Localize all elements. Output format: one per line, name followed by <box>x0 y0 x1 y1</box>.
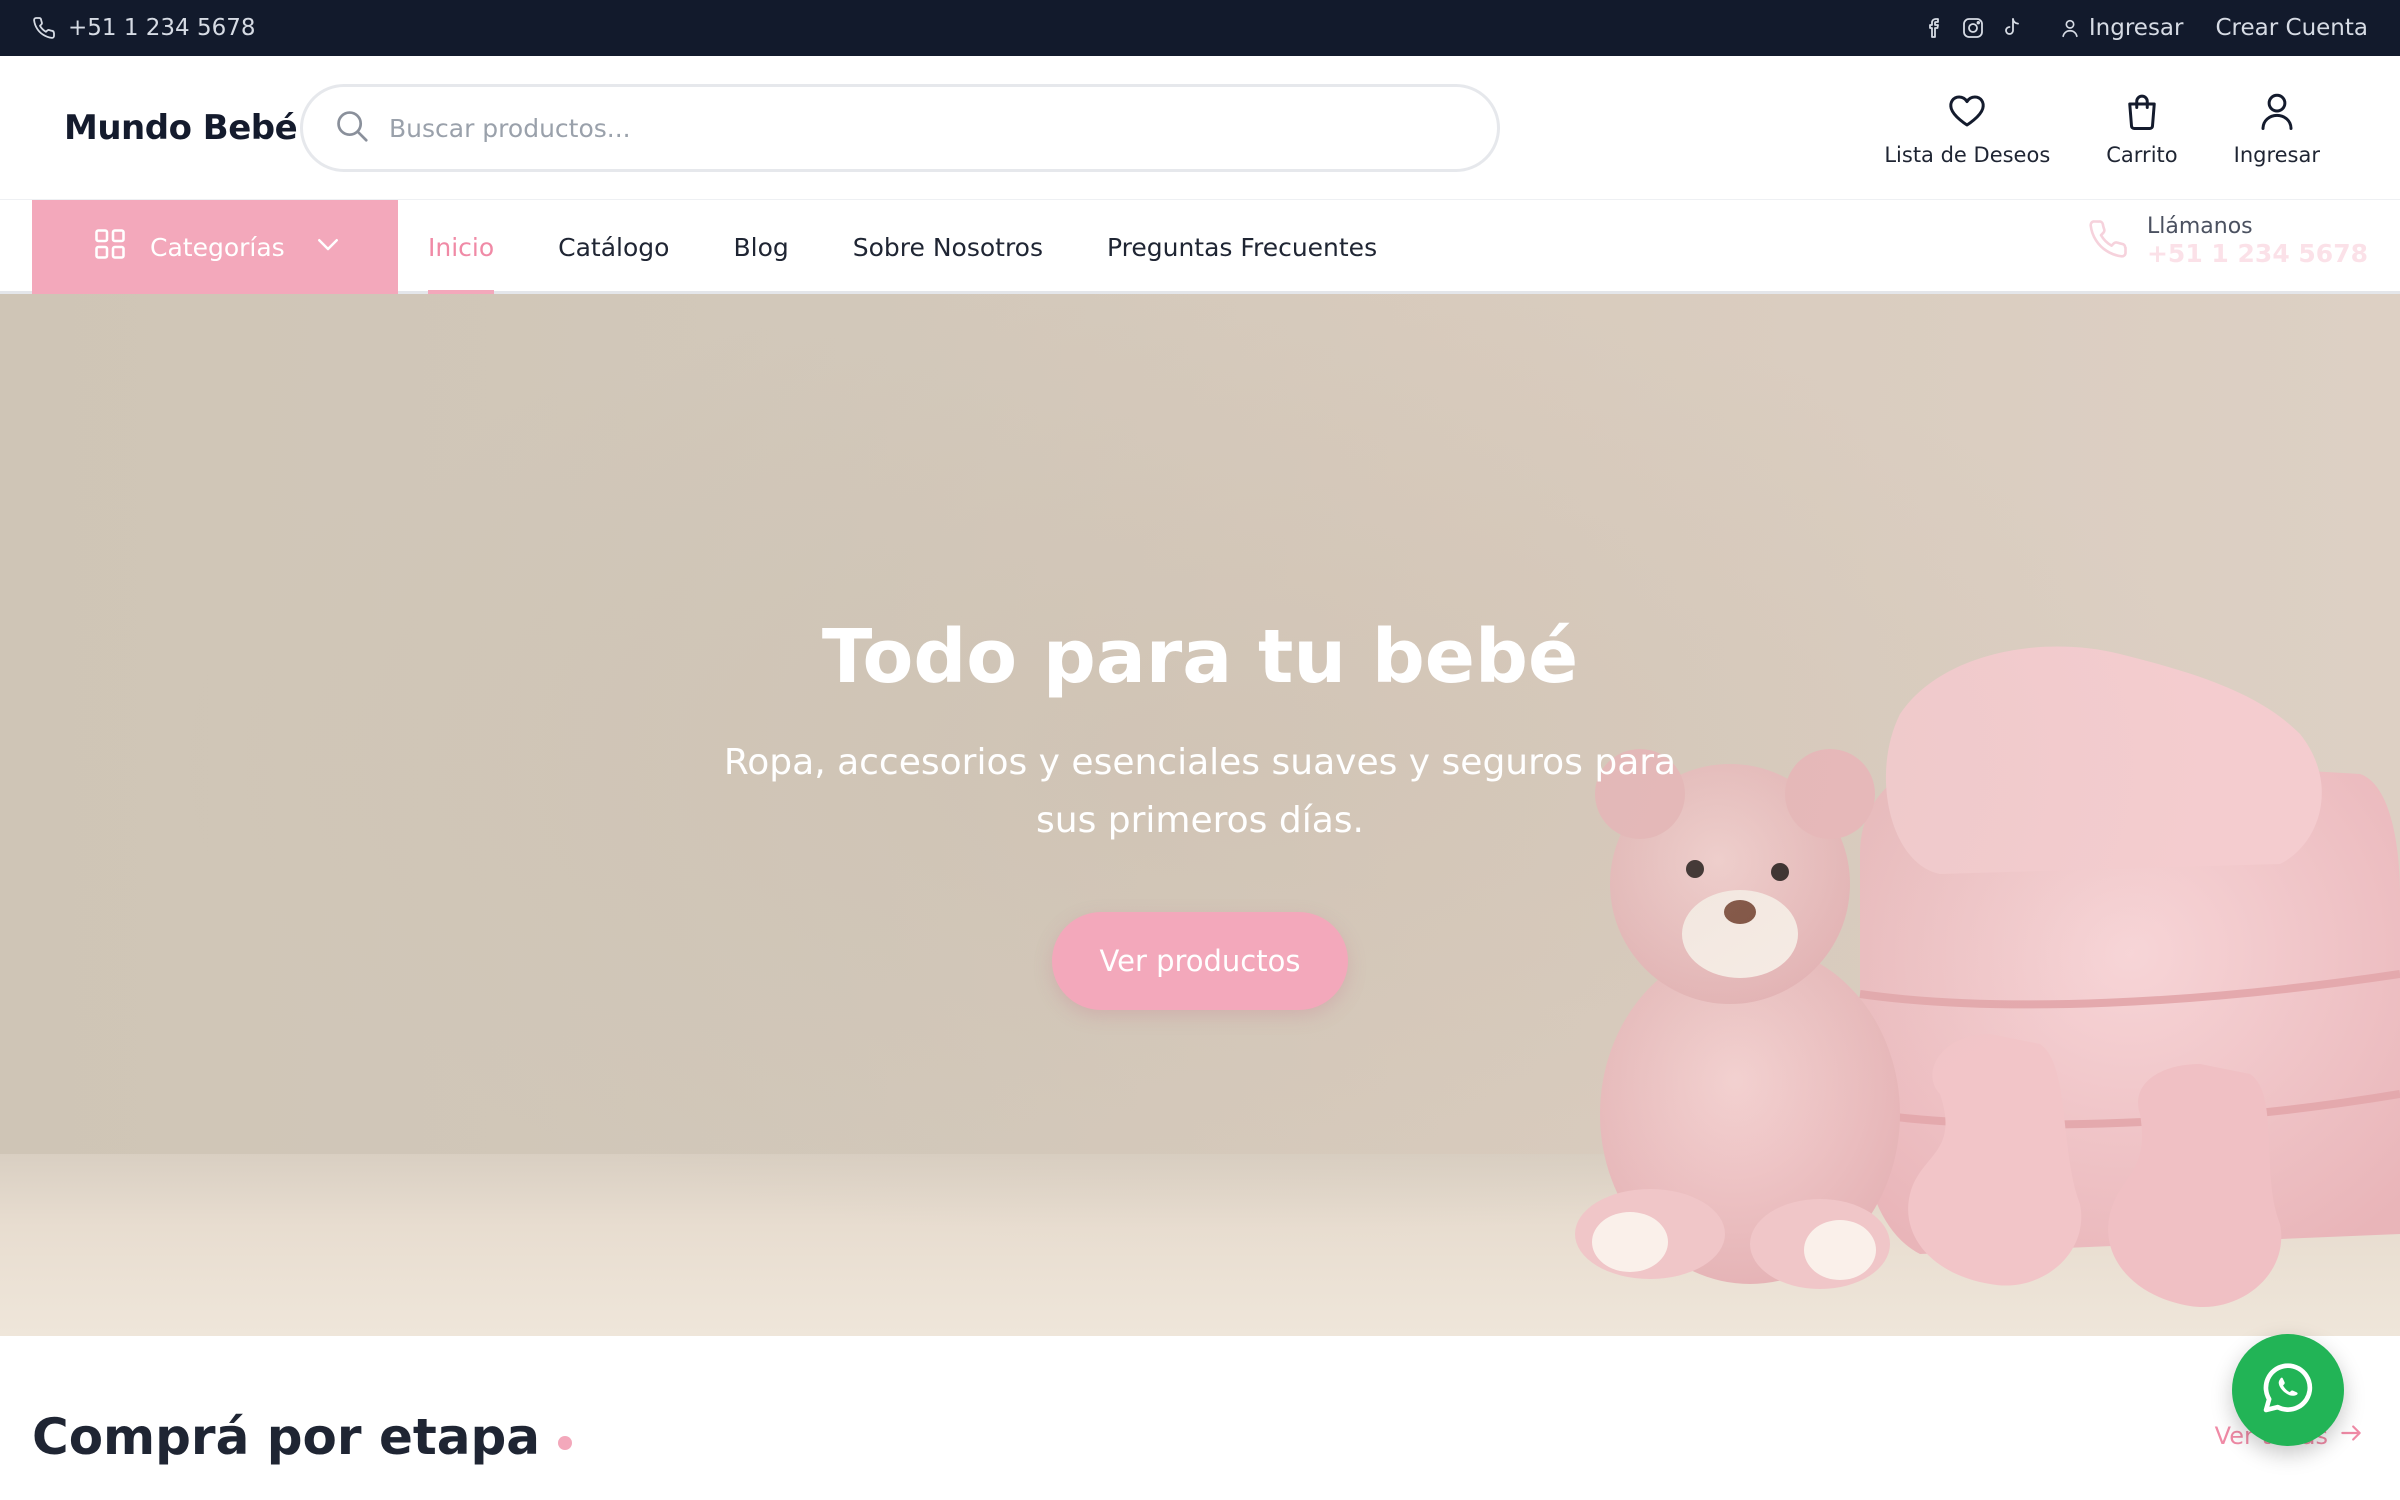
user-icon <box>2059 17 2081 39</box>
shopping-bag-icon <box>2121 90 2163 137</box>
view-products-button[interactable]: Ver productos <box>1052 912 1348 1010</box>
cart-label: Carrito <box>2106 142 2178 167</box>
call-label: Llámanos <box>2146 214 2253 239</box>
account-label: Ingresar <box>2233 142 2320 167</box>
create-account-link[interactable]: Crear Cuenta <box>2216 15 2369 41</box>
site-header: Mundo Bebé Lista de Deseos Carrito Ingre… <box>0 56 2400 200</box>
nav-link-home[interactable]: Inicio <box>428 200 495 294</box>
cart-button[interactable]: Carrito <box>2106 90 2178 167</box>
account-button[interactable]: Ingresar <box>2234 90 2320 167</box>
heart-icon <box>1946 90 1988 137</box>
nav-link-faq[interactable]: Preguntas Frecuentes <box>1107 200 1377 294</box>
nav-link-catalog[interactable]: Catálogo <box>558 200 669 294</box>
call-us[interactable]: Llámanos +51 1 234 5678 <box>2087 214 2368 268</box>
social-links <box>1923 16 2023 40</box>
nav-link-about[interactable]: Sobre Nosotros <box>853 200 1043 294</box>
hero-content: Todo para tu bebé Ropa, accesorios y ese… <box>0 294 2400 1336</box>
main-nav: Categorías Inicio Catálogo Blog Sobre No… <box>0 200 2400 294</box>
section-title-text: Comprá por etapa <box>32 1408 541 1466</box>
hero-subtitle: Ropa, accesorios y esenciales suaves y s… <box>723 742 1677 841</box>
user-icon <box>2256 90 2298 137</box>
site-logo[interactable]: Mundo Bebé <box>64 56 298 200</box>
tiktok-icon[interactable] <box>1999 16 2023 40</box>
instagram-icon[interactable] <box>1961 16 1985 40</box>
topbar-phone-number: +51 1 234 5678 <box>68 15 256 41</box>
categories-label: Categorías <box>150 232 285 262</box>
arrow-right-icon <box>2338 1420 2364 1452</box>
call-number: +51 1 234 5678 <box>2146 239 2368 268</box>
topbar-login-label: Ingresar <box>2088 15 2184 41</box>
search-bar <box>300 84 1500 172</box>
hero-title: Todo para tu bebé <box>821 614 1579 700</box>
topbar-phone[interactable]: +51 1 234 5678 <box>32 0 256 56</box>
section-title-dot <box>558 1436 573 1450</box>
topbar-login-link[interactable]: Ingresar <box>2059 15 2184 41</box>
chevron-down-icon <box>313 229 343 265</box>
search-input[interactable] <box>389 113 1439 143</box>
search-icon[interactable] <box>333 107 371 149</box>
wishlist-label: Lista de Deseos <box>1884 142 2051 167</box>
wishlist-button[interactable]: Lista de Deseos <box>1884 90 2050 167</box>
facebook-icon[interactable] <box>1923 16 1947 40</box>
hero-banner: Todo para tu bebé Ropa, accesorios y ese… <box>0 294 2400 1336</box>
nav-link-blog[interactable]: Blog <box>733 200 788 294</box>
section-title: Comprá por etapa <box>32 1408 573 1466</box>
grid-icon <box>92 226 128 268</box>
whatsapp-button[interactable] <box>2232 1334 2344 1446</box>
phone-icon <box>2087 218 2129 264</box>
categories-button[interactable]: Categorías <box>32 200 398 294</box>
whatsapp-icon <box>2257 1357 2319 1423</box>
phone-icon <box>32 16 56 40</box>
top-bar: +51 1 234 5678 Ingresar Crear Cuenta <box>0 0 2400 56</box>
